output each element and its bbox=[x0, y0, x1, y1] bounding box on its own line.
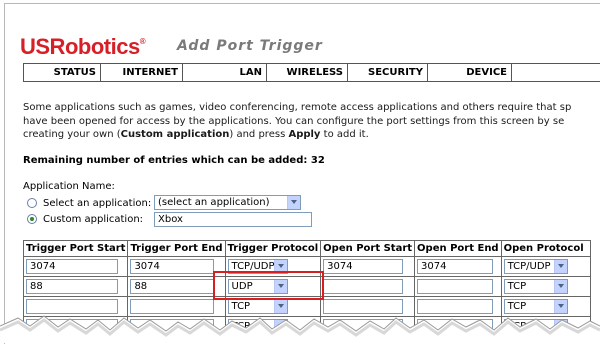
chevron-down-icon bbox=[273, 280, 287, 293]
trigger-protocol-select[interactable]: TCP/UDP bbox=[227, 259, 288, 274]
page-frame: USRobotics® Add Port Trigger STATUS INTE… bbox=[4, 3, 600, 344]
torn-edge bbox=[0, 315, 600, 343]
select-application-row: Select an application: bbox=[27, 195, 151, 211]
header-open-protocol: Open Protocol bbox=[500, 240, 591, 257]
trigger-port-start-input[interactable]: 88 bbox=[26, 279, 118, 294]
open-port-start-input[interactable]: 3074 bbox=[323, 259, 404, 274]
nav-wireless[interactable]: WIRELESS bbox=[267, 64, 348, 81]
chevron-down-icon bbox=[553, 280, 567, 293]
header-trigger-protocol: Trigger Protocol bbox=[224, 240, 322, 257]
header-trigger-port-end: Trigger Port End bbox=[127, 240, 226, 257]
application-select[interactable]: (select an application) bbox=[154, 195, 301, 210]
usrobotics-logo: USRobotics® bbox=[20, 34, 146, 59]
trigger-port-end-input[interactable]: 88 bbox=[130, 279, 215, 294]
table-header-row: Trigger Port Start Trigger Port End Trig… bbox=[22, 240, 591, 257]
nav-status[interactable]: STATUS bbox=[23, 64, 101, 81]
table-row: 3074 3074 TCP/UDP 3074 3074 TCP/UDP bbox=[22, 256, 591, 277]
open-protocol-select[interactable]: TCP bbox=[503, 279, 568, 294]
top-nav: STATUS INTERNET LAN WIRELESS SECURITY DE… bbox=[23, 63, 600, 82]
chevron-down-icon bbox=[273, 260, 287, 273]
open-port-start-input[interactable] bbox=[323, 279, 404, 294]
custom-application-input[interactable]: Xbox bbox=[154, 212, 312, 227]
chevron-down-icon bbox=[553, 260, 567, 273]
open-port-end-input[interactable]: 3074 bbox=[417, 259, 494, 274]
header-trigger-port-start: Trigger Port Start bbox=[22, 240, 129, 257]
page-title: Add Port Trigger bbox=[177, 38, 323, 54]
nav-internet[interactable]: INTERNET bbox=[101, 64, 183, 81]
open-port-end-input[interactable] bbox=[417, 279, 494, 294]
header: USRobotics® Add Port Trigger bbox=[5, 4, 600, 60]
table-row: 88 88 UDP TCP bbox=[22, 276, 591, 297]
custom-application-row: Custom application: bbox=[27, 211, 143, 227]
custom-application-radio[interactable] bbox=[27, 214, 37, 224]
trigger-protocol-select[interactable]: UDP bbox=[227, 279, 288, 294]
remaining-count: 32 bbox=[310, 155, 325, 166]
select-application-radio[interactable] bbox=[27, 198, 37, 208]
nav-device[interactable]: DEVICE bbox=[428, 64, 512, 81]
nav-security[interactable]: SECURITY bbox=[348, 64, 428, 81]
trigger-port-start-input[interactable]: 3074 bbox=[26, 259, 118, 274]
select-application-label: Select an application: bbox=[43, 197, 152, 209]
chevron-down-icon bbox=[287, 196, 300, 209]
header-open-port-start: Open Port Start bbox=[320, 240, 416, 257]
header-open-port-end: Open Port End bbox=[414, 240, 502, 257]
nav-lan[interactable]: LAN bbox=[183, 64, 267, 81]
intro-text: Some applications such as games, video c… bbox=[23, 102, 572, 140]
open-protocol-select[interactable]: TCP/UDP bbox=[503, 259, 568, 274]
application-name-label: Application Name: bbox=[23, 181, 115, 192]
custom-application-label: Custom application: bbox=[43, 213, 144, 225]
remaining-entries: Remaining number of entries which can be… bbox=[23, 155, 325, 166]
trigger-port-end-input[interactable]: 3074 bbox=[130, 259, 215, 274]
